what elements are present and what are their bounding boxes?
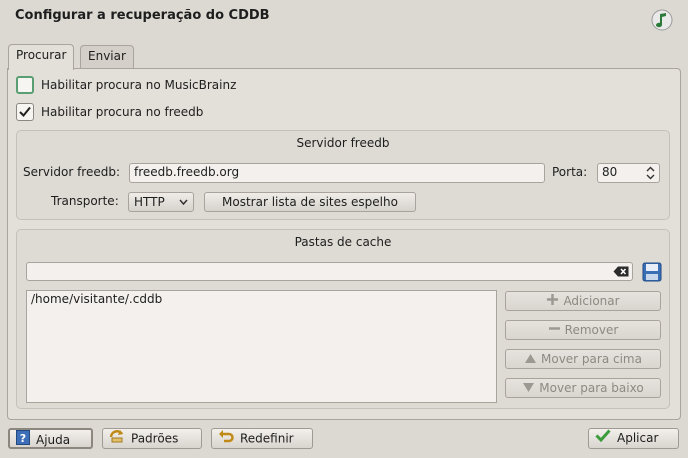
list-item[interactable]: /home/visitante/.cddb [31,292,492,306]
undo-icon [218,429,234,449]
move-down-label: Mover para baixo [539,381,644,395]
svg-text:?: ? [20,432,26,445]
remove-folder-label: Remover [564,323,619,337]
clear-text-icon [613,266,629,277]
plus-icon [546,293,559,311]
save-folder-icon [642,262,662,282]
add-folder-button[interactable]: Adicionar [505,291,661,311]
move-up-button[interactable]: Mover para cima [505,349,661,369]
cache-folders-list[interactable]: /home/visitante/.cddb [26,290,497,403]
apply-button[interactable]: Aplicar [588,428,679,449]
dialog-title: Configurar a recuperação do CDDB [15,8,270,23]
tab-procurar[interactable]: Procurar [8,44,75,70]
defaults-label: Padrões [131,431,179,446]
defaults-button[interactable]: Padrões [102,428,202,449]
musicbrainz-checkbox[interactable] [16,76,34,94]
transport-label: Transporte: [51,194,119,208]
music-note-icon [650,8,674,32]
add-folder-label: Adicionar [563,294,620,308]
tab-enviar[interactable]: Enviar [80,45,134,69]
help-button[interactable]: ? Ajuda [8,428,93,449]
checkmark-icon [19,106,31,117]
tab-enviar-label: Enviar [88,49,126,63]
arrow-down-icon [522,380,535,398]
freedb-label: Habilitar procura no freedb [41,105,204,119]
transport-value: HTTP [134,195,165,209]
remove-folder-button[interactable]: Remover [505,320,661,340]
server-label: Servidor freedb: [23,165,121,179]
help-label: Ajuda [36,433,71,447]
server-input[interactable]: freedb.freedb.org [129,163,545,183]
spin-arrows-icon [646,166,655,180]
cache-folders-group-title: Pastas de cache [294,235,392,249]
apply-label: Aplicar [617,431,659,445]
defaults-icon [109,429,125,449]
port-value: 80 [602,165,618,179]
help-icon: ? [16,430,30,451]
show-mirrors-button[interactable]: Mostrar lista de sites espelho [204,192,416,212]
chevron-down-icon [179,199,188,205]
port-spinbox[interactable]: 80 [597,163,660,183]
freedb-server-group-title: Servidor freedb [296,136,390,150]
reset-button[interactable]: Redefinir [211,428,313,449]
minus-icon [548,322,561,340]
arrow-up-icon [524,351,537,369]
reset-label: Redefinir [240,431,294,446]
freedb-checkbox[interactable] [16,103,34,121]
move-up-label: Mover para cima [541,352,642,366]
cache-path-input[interactable] [26,262,633,281]
move-down-button[interactable]: Mover para baixo [505,378,661,398]
port-label: Porta: [552,165,588,179]
checkmark-icon [595,429,611,448]
tab-procurar-label: Procurar [16,48,67,62]
musicbrainz-label: Habilitar procura no MusicBrainz [41,78,237,92]
transport-select[interactable]: HTTP [128,192,194,212]
browse-folder-button[interactable] [641,262,663,282]
